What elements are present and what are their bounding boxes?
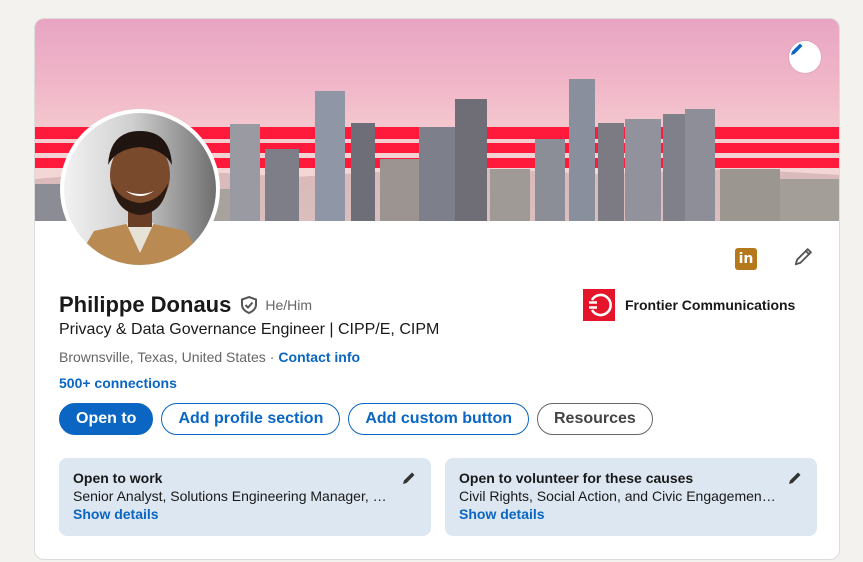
profile-top-icons: in xyxy=(735,245,815,272)
edit-intro-button[interactable] xyxy=(793,245,815,272)
location-row: Brownsville, Texas, United States · Contac… xyxy=(59,349,360,365)
edit-open-to-volunteer-button[interactable] xyxy=(787,470,803,491)
open-to-volunteer-card[interactable]: Open to volunteer for these causes Civil… xyxy=(445,458,817,536)
profile-photo-image xyxy=(64,113,216,265)
person-photo-icon xyxy=(74,131,206,265)
pencil-icon xyxy=(789,472,801,484)
open-to-work-title: Open to work xyxy=(73,470,163,486)
profile-name: Philippe Donaus xyxy=(59,292,232,317)
current-company[interactable]: Frontier Communications xyxy=(583,289,795,321)
connections-link[interactable]: 500+ connections xyxy=(59,375,177,391)
open-to-work-show-details[interactable]: Show details xyxy=(73,506,417,522)
add-profile-section-button[interactable]: Add profile section xyxy=(161,403,341,435)
edit-open-to-work-button[interactable] xyxy=(401,470,417,491)
resources-button[interactable]: Resources xyxy=(536,403,653,435)
edit-banner-button[interactable] xyxy=(789,41,821,73)
pencil-icon xyxy=(794,248,812,266)
name-row: Philippe Donaus He/Him xyxy=(59,292,312,318)
company-logo xyxy=(583,289,615,321)
open-to-volunteer-title: Open to volunteer for these causes xyxy=(459,470,694,486)
company-name: Frontier Communications xyxy=(625,297,796,313)
open-to-button[interactable]: Open to xyxy=(59,403,154,435)
linkedin-icon[interactable]: in xyxy=(735,247,757,270)
contact-info-link[interactable]: Contact info xyxy=(278,349,360,365)
profile-actions: Open to Add profile section Add custom b… xyxy=(59,403,653,435)
add-custom-button[interactable]: Add custom button xyxy=(348,403,529,435)
open-to-volunteer-description: Civil Rights, Social Action, and Civic E… xyxy=(459,488,776,504)
profile-card: in Philippe Donaus He/Him Privacy & Data… xyxy=(34,18,840,560)
profile-headline: Privacy & Data Governance Engineer | CIP… xyxy=(59,321,440,338)
profile-photo[interactable] xyxy=(60,109,220,269)
shield-icon xyxy=(241,295,258,315)
open-to-volunteer-show-details[interactable]: Show details xyxy=(459,506,803,522)
frontier-logo-icon xyxy=(589,293,612,317)
pencil-icon xyxy=(403,472,415,484)
pencil-icon xyxy=(791,43,803,55)
verified-shield-icon[interactable] xyxy=(239,295,259,315)
profile-location: Brownsville, Texas, United States xyxy=(59,349,266,365)
open-to-work-card[interactable]: Open to work Senior Analyst, Solutions E… xyxy=(59,458,431,536)
profile-pronouns: He/Him xyxy=(265,297,313,313)
location-separator: · xyxy=(269,349,275,365)
open-to-work-description: Senior Analyst, Solutions Engineering Ma… xyxy=(73,488,387,504)
